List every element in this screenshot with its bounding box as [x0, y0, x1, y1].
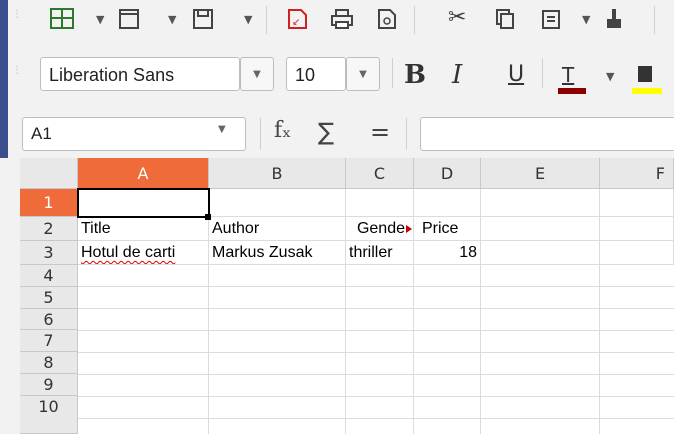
- separator: [414, 6, 415, 34]
- cell-d3[interactable]: 18: [414, 241, 481, 265]
- cell-a1[interactable]: [78, 189, 209, 217]
- copy-icon[interactable]: [494, 8, 516, 36]
- cell-c2[interactable]: Gende: [346, 217, 414, 241]
- chevron-down-icon[interactable]: ▼: [218, 124, 226, 135]
- cell-b1[interactable]: [209, 189, 346, 217]
- col-line: [413, 265, 414, 434]
- cell-b3-text: Markus Zusak: [212, 244, 313, 261]
- standard-toolbar: ▼ ▼ ▼ ↙ ✂ ▼: [0, 0, 674, 40]
- font-size-combo[interactable]: 10: [286, 57, 346, 91]
- chevron-down-icon[interactable]: ▼: [244, 13, 252, 26]
- function-wizard-button[interactable]: fₓ: [274, 118, 291, 143]
- cell-a3-text: Hotul de carti: [81, 244, 176, 261]
- italic-button[interactable]: I: [452, 60, 462, 90]
- text-overflow-indicator: [406, 225, 412, 233]
- bold-button[interactable]: B: [404, 60, 426, 90]
- row-header-2[interactable]: 2: [20, 217, 78, 241]
- font-name-combo[interactable]: Liberation Sans: [40, 57, 240, 91]
- cell-a2[interactable]: Title: [78, 217, 209, 241]
- row-header-6[interactable]: 6: [20, 309, 78, 330]
- row-header-7[interactable]: 7: [20, 330, 78, 352]
- cell-f3[interactable]: [600, 241, 674, 265]
- print-preview-icon[interactable]: [376, 8, 398, 36]
- col-line: [345, 265, 346, 434]
- row-header-4[interactable]: 4: [20, 265, 78, 287]
- formula-button[interactable]: =: [370, 118, 390, 146]
- separator: [654, 6, 655, 34]
- window-left-border: [0, 0, 8, 158]
- export-pdf-icon[interactable]: ↙: [286, 8, 308, 36]
- separator: [542, 58, 543, 88]
- sum-button[interactable]: ∑: [318, 118, 334, 146]
- cut-icon[interactable]: ✂: [448, 6, 466, 30]
- cell-d2[interactable]: Price: [414, 217, 481, 241]
- chevron-down-icon[interactable]: ▼: [96, 13, 104, 26]
- separator: [406, 118, 407, 150]
- cell-e3[interactable]: [481, 241, 600, 265]
- clone-formatting-icon[interactable]: [604, 8, 624, 36]
- font-color-icon[interactable]: T: [556, 62, 588, 102]
- col-line: [480, 265, 481, 434]
- row-header-10[interactable]: 10: [20, 396, 78, 434]
- chevron-down-icon[interactable]: ▼: [168, 13, 176, 26]
- cell-b2[interactable]: Author: [209, 217, 346, 241]
- spreadsheet-grid[interactable]: A B C D E F 1 2 3 4 5 6 7 8 9 10 Title A…: [0, 158, 674, 434]
- separator: [392, 58, 393, 88]
- separator: [266, 6, 267, 34]
- cell-f1[interactable]: [600, 189, 674, 217]
- cell-e2[interactable]: [481, 217, 600, 241]
- svg-text:T: T: [561, 63, 575, 87]
- cell-e1[interactable]: [481, 189, 600, 217]
- empty-rows-area[interactable]: [78, 265, 674, 434]
- toolbar-grip: ⋮: [12, 10, 22, 28]
- svg-text:↙: ↙: [292, 17, 300, 28]
- column-header-c[interactable]: C: [346, 158, 414, 189]
- paste-icon[interactable]: [540, 8, 562, 36]
- formula-input[interactable]: [420, 117, 674, 151]
- toolbar-grip: ⋮: [12, 66, 22, 84]
- row-header-1[interactable]: 1: [20, 189, 78, 217]
- row-header-8[interactable]: 8: [20, 352, 78, 374]
- cell-a3[interactable]: Hotul de carti: [78, 241, 209, 265]
- cell-f2[interactable]: [600, 217, 674, 241]
- chevron-down-icon[interactable]: ▼: [606, 70, 614, 83]
- name-box[interactable]: A1: [22, 117, 246, 151]
- cell-d1[interactable]: [414, 189, 481, 217]
- window-icon[interactable]: [118, 8, 140, 36]
- save-icon[interactable]: [192, 8, 214, 36]
- font-name-dropdown[interactable]: ▼: [240, 57, 274, 91]
- row-header-5[interactable]: 5: [20, 287, 78, 309]
- chevron-down-icon[interactable]: ▼: [582, 13, 590, 26]
- cell-c1[interactable]: [346, 189, 414, 217]
- cell-b3[interactable]: Markus Zusak: [209, 241, 346, 265]
- select-all-corner[interactable]: [20, 158, 78, 189]
- autofill-handle[interactable]: [205, 214, 211, 220]
- left-margin: [0, 158, 20, 434]
- underline-button[interactable]: U: [508, 60, 524, 90]
- row-header-9[interactable]: 9: [20, 374, 78, 396]
- column-header-d[interactable]: D: [414, 158, 481, 189]
- col-line: [599, 265, 600, 434]
- font-size-dropdown[interactable]: ▼: [346, 57, 380, 91]
- column-header-e[interactable]: E: [481, 158, 600, 189]
- print-icon[interactable]: [330, 8, 354, 36]
- column-header-a[interactable]: A: [78, 158, 209, 189]
- cell-c3[interactable]: thriller: [346, 241, 414, 265]
- row-header-3[interactable]: 3: [20, 241, 78, 265]
- column-header-f[interactable]: F: [600, 158, 674, 189]
- column-header-b[interactable]: B: [209, 158, 346, 189]
- separator: [260, 118, 261, 150]
- col-line: [208, 265, 209, 434]
- highlight-color-icon[interactable]: [630, 62, 664, 102]
- table-grid-icon[interactable]: [50, 8, 74, 36]
